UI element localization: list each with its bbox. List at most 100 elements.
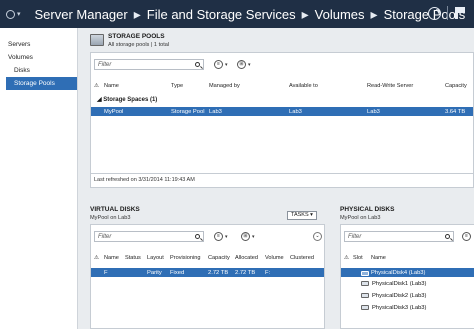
cell-name: PhysicalDisk1 (Lab3) xyxy=(372,281,427,288)
last-refreshed-text: Last refreshed on 3/31/2014 11:19:43 AM xyxy=(94,177,195,183)
column-header-managed-by[interactable]: Managed by xyxy=(209,83,240,89)
chevron-down-icon[interactable]: ▾ xyxy=(248,62,251,68)
storage-pools-filter[interactable]: Filter xyxy=(94,59,204,70)
warning-icon: ⚠ xyxy=(94,255,100,261)
collapse-chevron-icon[interactable]: ⌄ xyxy=(313,232,322,241)
table-row[interactable]: F Parity Fixed 2.72 TB 2.72 TB F: xyxy=(91,268,324,277)
notifications-flag-icon[interactable] xyxy=(454,7,466,19)
refresh-icon[interactable] xyxy=(428,6,441,20)
breadcrumb-separator-icon: ▸ xyxy=(301,5,309,22)
group-options-control[interactable]: ⊞ ▾ xyxy=(237,60,251,69)
table-row[interactable]: MyPool Storage Pool Lab3 Lab3 Lab3 3.64 … xyxy=(91,107,473,116)
disk-icon xyxy=(361,305,369,310)
table-row[interactable]: PhysicalDisk3 (Lab3) xyxy=(361,305,426,311)
column-header-capacity[interactable]: Capacity xyxy=(208,255,230,261)
cell-capacity: 3.64 TB xyxy=(445,108,466,115)
column-header-layout[interactable]: Layout xyxy=(147,255,164,261)
cell-rw-server: Lab3 xyxy=(367,108,380,115)
column-header-type[interactable]: Type xyxy=(171,83,183,89)
group-icon[interactable]: ⊞ xyxy=(241,232,250,241)
cell-name: PhysicalDisk4 (Lab3) xyxy=(371,269,426,276)
column-header-allocated[interactable]: Allocated xyxy=(235,255,258,261)
list-icon[interactable]: ≡ xyxy=(214,60,223,69)
column-header-rw-server[interactable]: Read-Write Server xyxy=(367,83,413,89)
breadcrumb-server-manager[interactable]: Server Manager xyxy=(35,7,128,22)
column-header-name[interactable]: Name xyxy=(371,255,386,261)
storage-pools-header-row: ⚠ Name Type Managed by Available to Read… xyxy=(91,81,474,91)
filter-placeholder: Filter xyxy=(98,233,112,240)
list-icon[interactable]: ≡ xyxy=(214,232,223,241)
virtual-disks-filter[interactable]: Filter xyxy=(94,231,204,242)
cell-volume: F: xyxy=(265,269,271,276)
table-row[interactable]: PhysicalDisk1 (Lab3) xyxy=(361,281,426,287)
cell-name: PhysicalDisk2 (Lab3) xyxy=(372,293,427,300)
table-row[interactable]: PhysicalDisk4 (Lab3) xyxy=(341,268,474,277)
sidebar-item-storage-pools[interactable]: Storage Pools xyxy=(6,77,77,90)
storage-pools-title: STORAGE POOLS xyxy=(108,33,165,40)
group-options-control[interactable]: ⊞ ▾ xyxy=(241,232,255,241)
filter-placeholder: Filter xyxy=(348,233,362,240)
list-options-control[interactable]: ≡ xyxy=(462,232,471,241)
column-header-name[interactable]: Name xyxy=(104,255,119,261)
divider xyxy=(447,6,448,20)
tasks-label: TASKS xyxy=(291,212,309,218)
chevron-down-icon[interactable]: ▾ xyxy=(225,62,228,68)
virtual-disks-title: VIRTUAL DISKS xyxy=(90,206,140,213)
column-header-capacity[interactable]: Capacity xyxy=(445,83,467,89)
warning-icon: ⚠ xyxy=(94,83,100,89)
group-row-storage-spaces[interactable]: ◢ Storage Spaces (1) xyxy=(97,96,157,103)
physical-disks-panel: Filter ≡ ⚠ Slot Name PhysicalDisk4 (Lab3… xyxy=(340,224,474,329)
cell-layout: Parity xyxy=(147,269,162,276)
physical-disks-filter[interactable]: Filter xyxy=(344,231,454,242)
column-header-volume[interactable]: Volume xyxy=(265,255,284,261)
virtual-disks-header-row: ⚠ Name Status Layout Provisioning Capaci… xyxy=(91,253,324,263)
main-content: STORAGE POOLS All storage pools | 1 tota… xyxy=(78,28,474,329)
chevron-down-icon[interactable]: ▾ xyxy=(252,234,255,240)
physical-disks-subtitle: MyPool on Lab3 xyxy=(340,215,381,221)
virtual-disks-panel: Filter ≡ ▾ ⊞ ▾ ⌄ ⚠ Name Status Layout Prov… xyxy=(90,224,325,329)
cell-allocated: 2.72 TB xyxy=(235,269,256,276)
sidebar: Servers Volumes Disks Storage Pools xyxy=(0,28,78,329)
breadcrumb-volumes[interactable]: Volumes xyxy=(315,7,365,22)
back-button[interactable] xyxy=(6,9,15,19)
column-header-name[interactable]: Name xyxy=(104,83,119,89)
virtual-disks-subtitle: MyPool on Lab3 xyxy=(90,215,131,221)
column-header-available-to[interactable]: Available to xyxy=(289,83,318,89)
sidebar-item-servers[interactable]: Servers xyxy=(0,38,77,51)
disk-icon xyxy=(361,281,369,286)
storage-pools-panel: Filter ≡ ▾ ⊞ ▾ ⚠ Name Type Managed by Avai… xyxy=(90,52,474,188)
column-header-clustered[interactable]: Clustered xyxy=(290,255,314,261)
chevron-down-icon: ▾ xyxy=(310,212,313,218)
cell-managed-by: Lab3 xyxy=(209,108,222,115)
sidebar-item-volumes[interactable]: Volumes xyxy=(0,51,77,64)
physical-disks-title: PHYSICAL DISKS xyxy=(340,206,395,213)
physical-disks-header-row: ⚠ Slot Name xyxy=(341,253,474,263)
breadcrumb-file-storage[interactable]: File and Storage Services xyxy=(147,7,296,22)
breadcrumb-separator-icon: ▸ xyxy=(133,5,141,22)
search-icon[interactable] xyxy=(195,234,200,239)
tasks-button[interactable]: TASKS ▾ xyxy=(287,211,317,220)
filter-placeholder: Filter xyxy=(98,61,112,68)
cell-capacity: 2.72 TB xyxy=(208,269,229,276)
list-options-control[interactable]: ≡ ▾ xyxy=(214,232,228,241)
storage-pools-subtitle: All storage pools | 1 total xyxy=(108,42,170,48)
column-header-slot[interactable]: Slot xyxy=(353,255,363,261)
breadcrumb-separator-icon: ▸ xyxy=(370,5,378,22)
list-icon[interactable]: ≡ xyxy=(462,232,471,241)
search-icon[interactable] xyxy=(445,234,450,239)
column-header-status[interactable]: Status xyxy=(125,255,141,261)
chevron-down-icon[interactable]: ▾ xyxy=(225,234,228,240)
cell-available-to: Lab3 xyxy=(289,108,302,115)
table-row[interactable]: PhysicalDisk2 (Lab3) xyxy=(361,293,426,299)
cell-name: PhysicalDisk3 (Lab3) xyxy=(372,305,427,312)
chevron-down-icon[interactable]: ▾ xyxy=(17,10,21,18)
cell-name: MyPool xyxy=(104,108,124,115)
search-icon[interactable] xyxy=(195,62,200,67)
breadcrumb: Server Manager ▸ File and Storage Servic… xyxy=(35,6,466,23)
title-bar: ▾ Server Manager ▸ File and Storage Serv… xyxy=(0,0,474,28)
sidebar-item-disks[interactable]: Disks xyxy=(0,64,77,77)
column-header-provisioning[interactable]: Provisioning xyxy=(170,255,200,261)
cell-provisioning: Fixed xyxy=(170,269,185,276)
group-icon[interactable]: ⊞ xyxy=(237,60,246,69)
list-options-control[interactable]: ≡ ▾ xyxy=(214,60,228,69)
